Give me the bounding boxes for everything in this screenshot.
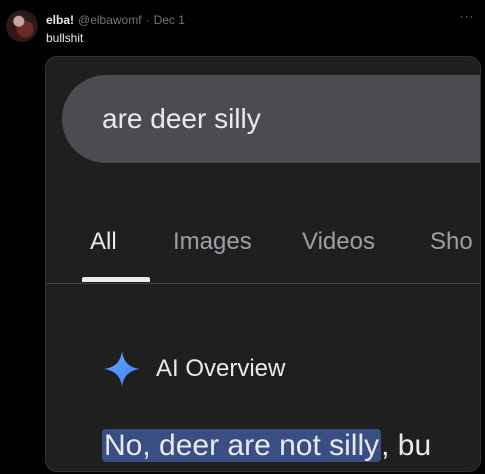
answer-continuation: , bu (381, 429, 432, 462)
tweet: elba! @elbawomf · Dec 1 ··· bullshit are… (0, 0, 485, 474)
ai-overview-label: AI Overview (156, 355, 286, 382)
tab-videos: Videos (302, 228, 375, 255)
tweet-header: elba! @elbawomf · Dec 1 (46, 12, 185, 28)
highlighted-answer: No, deer are not silly (102, 429, 382, 462)
post-date[interactable]: Dec 1 (154, 12, 185, 28)
ai-answer-text: No, deer are not silly, bu (102, 427, 431, 465)
search-bar: are deer silly (62, 75, 480, 163)
separator: · (145, 13, 150, 27)
display-name[interactable]: elba! (46, 12, 74, 28)
search-query: are deer silly (102, 103, 261, 134)
tab-shopping: Sho (430, 228, 473, 255)
attached-image[interactable]: are deer silly All Images Videos Sho AI … (45, 56, 481, 472)
search-tabs: All Images Videos Sho (46, 217, 480, 284)
ai-overview-header: AI Overview (102, 349, 285, 389)
avatar[interactable] (6, 10, 38, 42)
tab-all: All (90, 228, 117, 255)
tweet-text: bullshit (46, 31, 84, 45)
more-horizontal-icon[interactable]: ··· (459, 10, 475, 22)
tab-images: Images (173, 228, 252, 255)
user-handle[interactable]: @elbawomf (78, 12, 142, 28)
active-tab-indicator (82, 277, 150, 282)
sparkle-icon (104, 351, 140, 387)
